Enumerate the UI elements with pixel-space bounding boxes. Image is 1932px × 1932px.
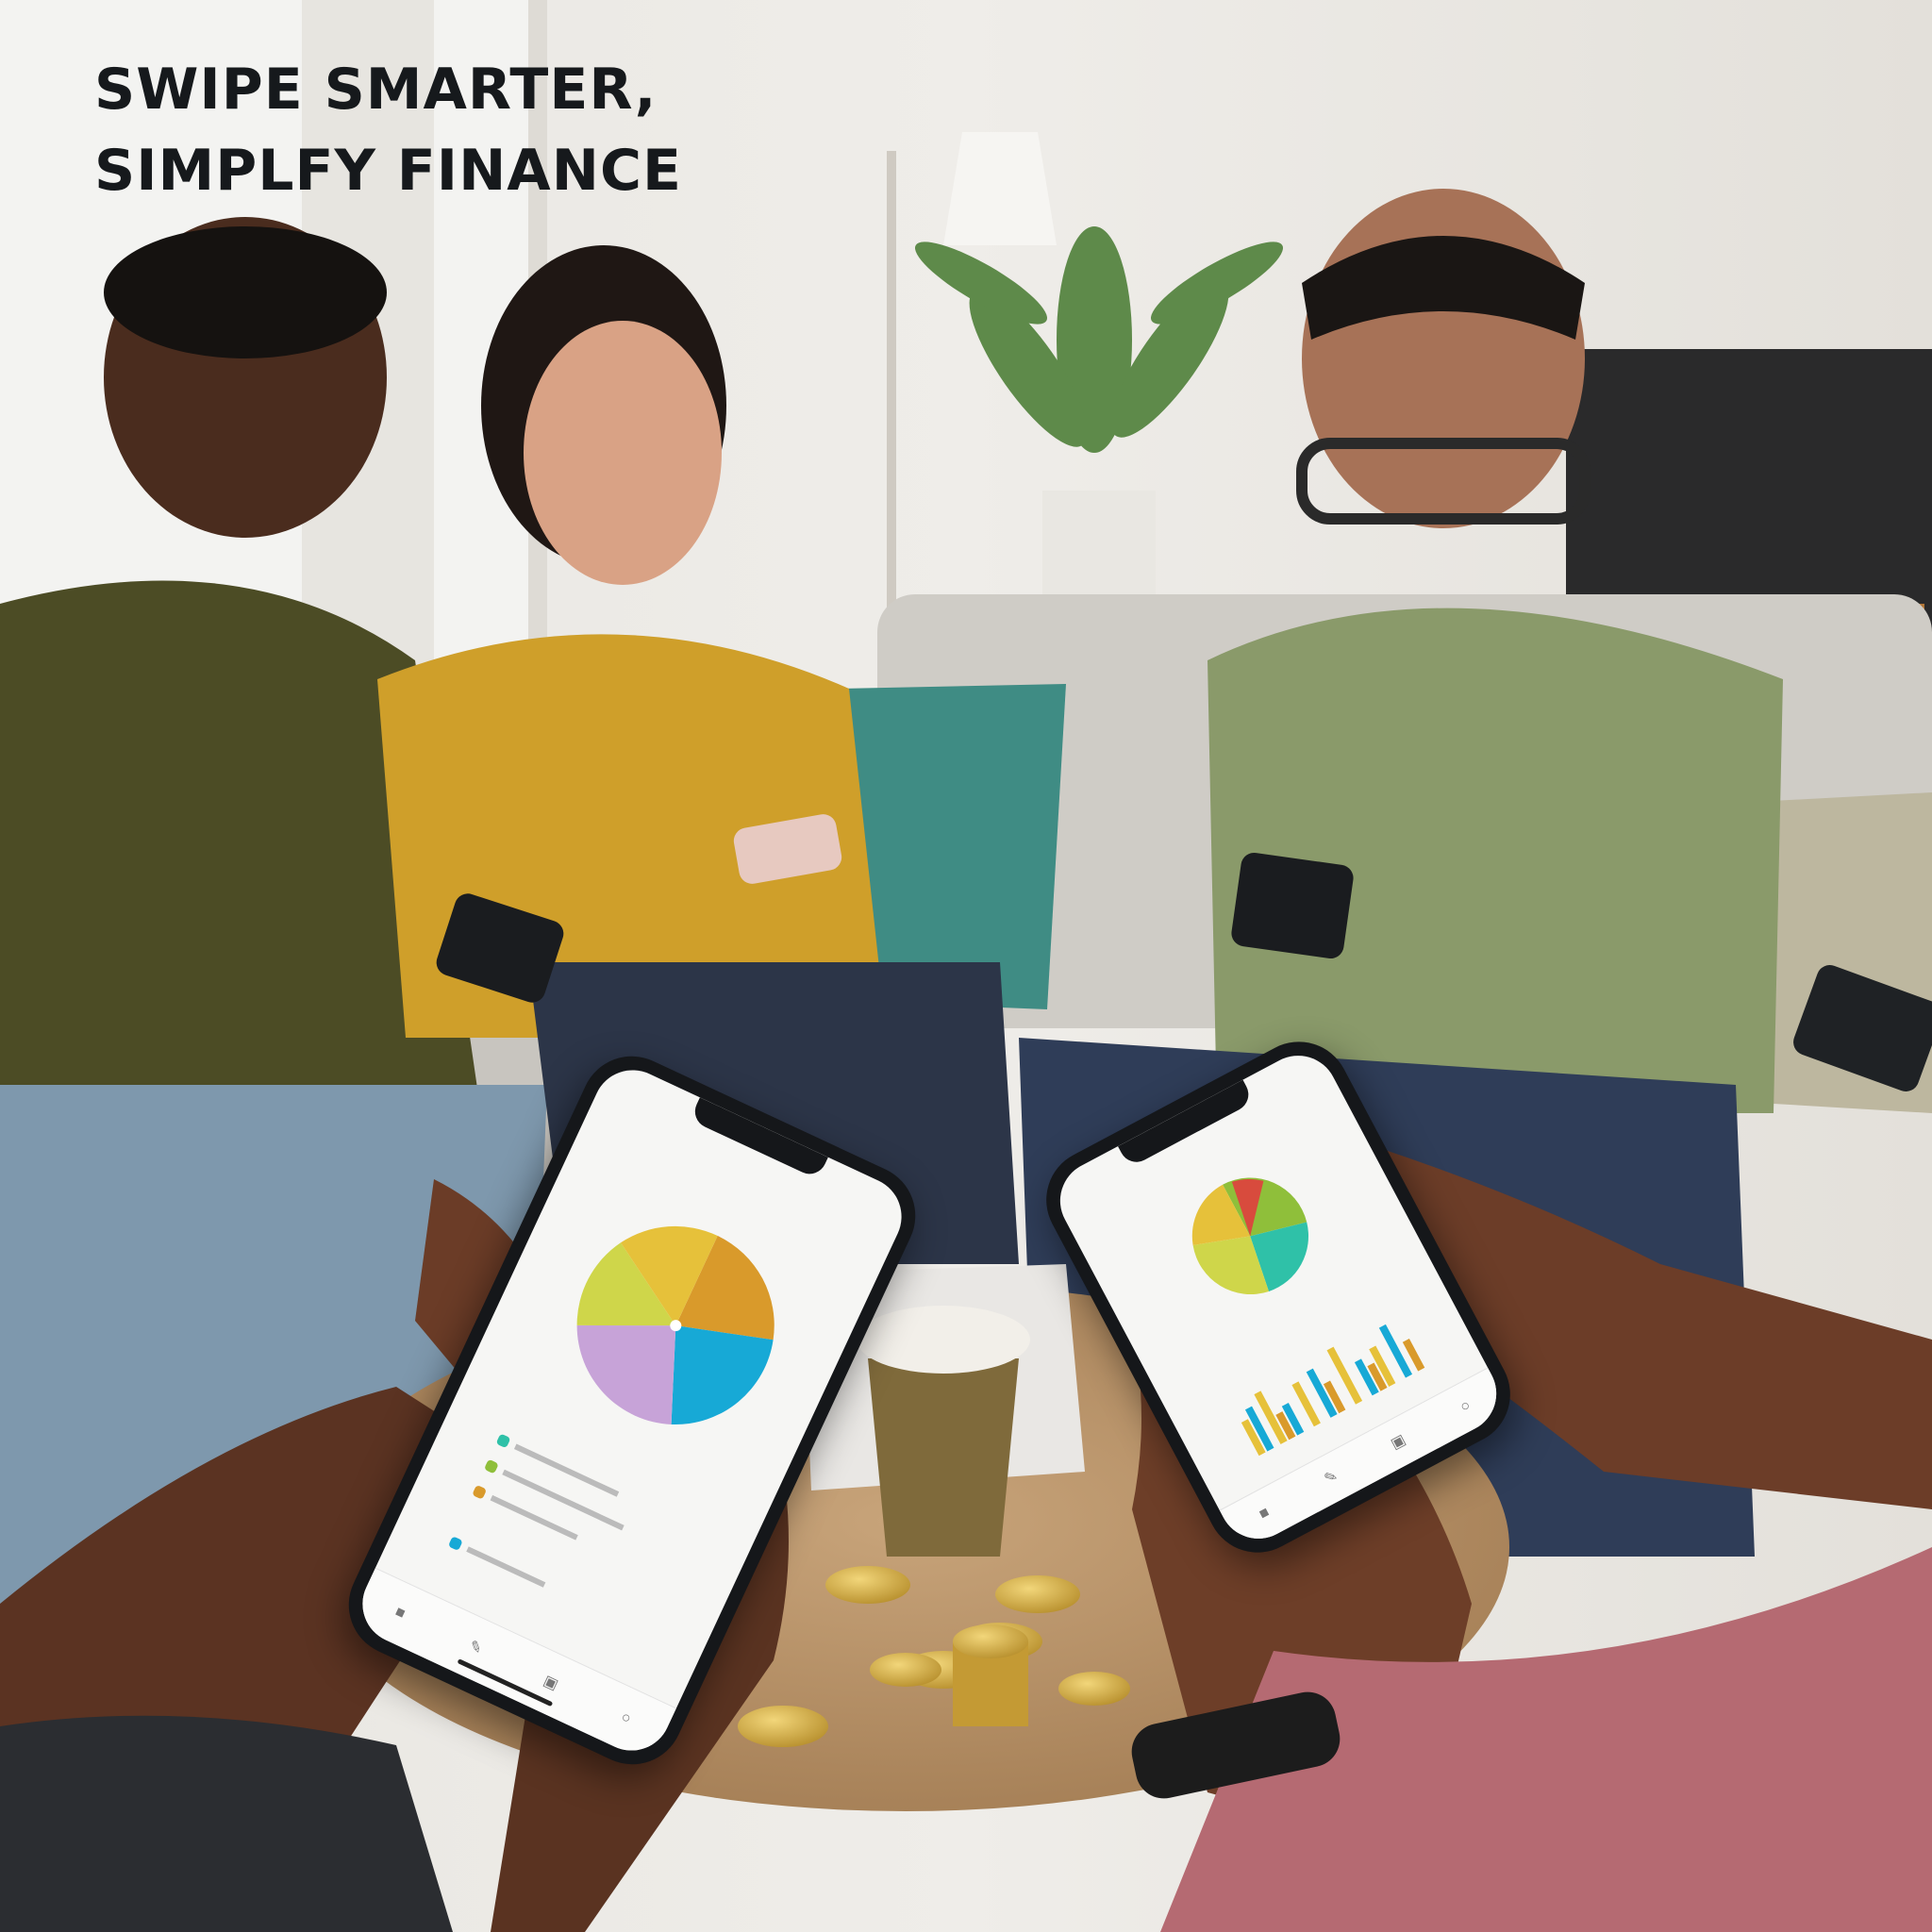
headline-line-2: SIMPLFY FINANCE — [94, 138, 682, 204]
right-pie-chart — [1191, 1177, 1308, 1295]
living-room-background — [0, 0, 1932, 1932]
wallet-icon[interactable]: ▣ — [538, 1671, 563, 1696]
pen-icon[interactable]: ✎ — [1319, 1465, 1344, 1491]
lock-icon[interactable]: ■ — [1252, 1501, 1277, 1526]
bell-icon[interactable]: ○ — [1453, 1394, 1478, 1420]
left-pie-chart — [576, 1225, 774, 1424]
headline-line-1: SWIPE SMARTER, — [94, 57, 658, 123]
pen-icon[interactable]: ✎ — [462, 1636, 488, 1661]
bell-icon[interactable]: ○ — [613, 1706, 639, 1731]
lock-icon[interactable]: ■ — [388, 1601, 413, 1626]
photo-scene: ■ ✎ ▣ ○ ■ ✎ ▣ ○ SWIPE SMARTER, SIMPLFY F… — [0, 0, 1932, 1932]
wallet-icon[interactable]: ▣ — [1386, 1430, 1411, 1456]
headline: SWIPE SMARTER, SIMPLFY FINANCE — [94, 49, 682, 211]
